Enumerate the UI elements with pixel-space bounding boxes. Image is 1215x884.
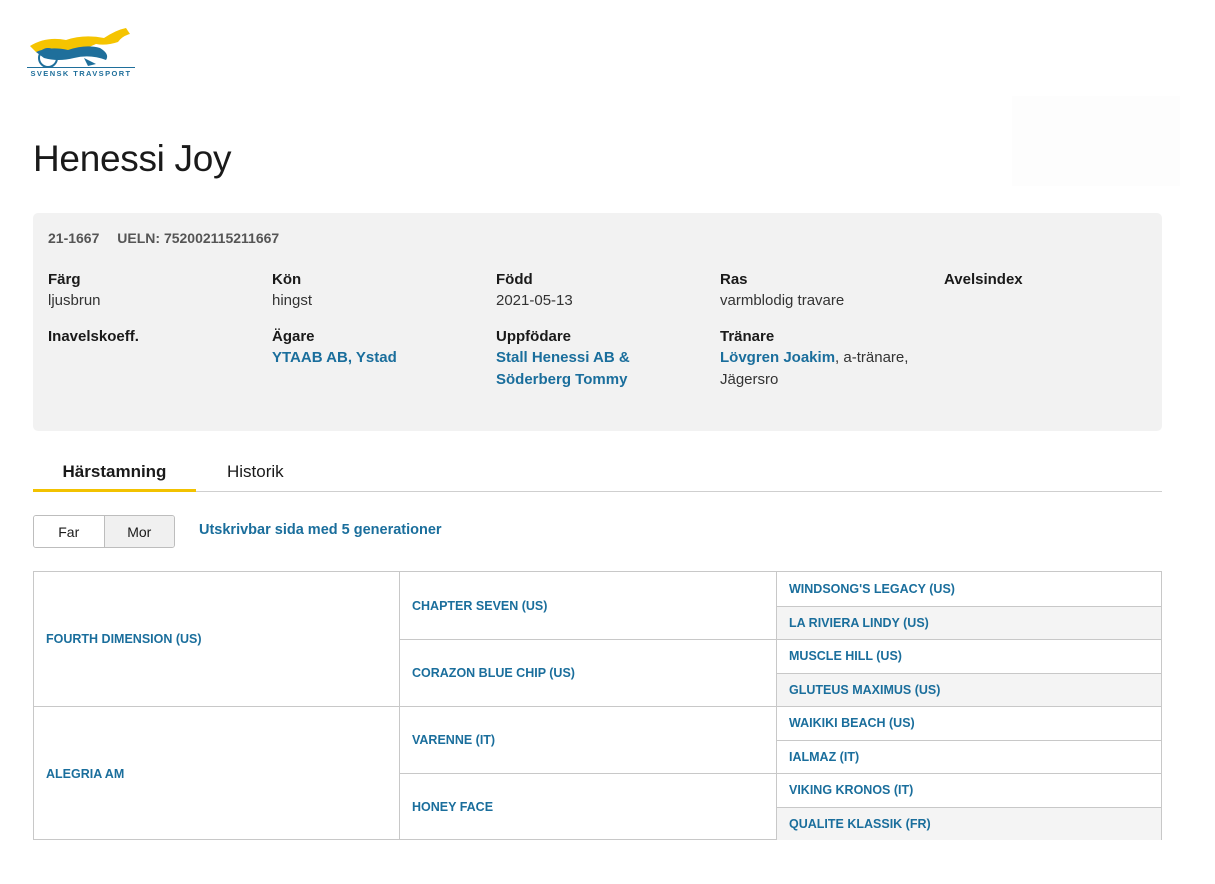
page-title: Henessi Joy [33, 138, 232, 179]
field-farg: Färg ljusbrun [48, 270, 263, 312]
field-value: ljusbrun [48, 292, 101, 309]
ad-placeholder [1012, 96, 1180, 186]
sire-dam-toggle: Far Mor [33, 515, 175, 548]
pedigree-sire[interactable]: FOURTH DIMENSION (US) [34, 572, 399, 706]
pedigree-generation-1: FOURTH DIMENSION (US) ALEGRIA AM [34, 572, 400, 839]
pedigree-gen2-item[interactable]: CHAPTER SEVEN (US) [400, 572, 776, 639]
field-label: Ägare [272, 328, 315, 345]
field-fodd: Född 2021-05-13 [496, 270, 711, 312]
breeder-link[interactable]: Stall Henessi AB & Söderberg Tommy [496, 349, 630, 388]
pedigree-dam[interactable]: ALEGRIA AM [34, 706, 399, 840]
pedigree-gen3-item[interactable]: IALMAZ (IT) [777, 739, 1161, 774]
field-value: 2021-05-13 [496, 292, 573, 309]
horse-identifiers: 21-1667 UELN: 752002115211667 [48, 230, 293, 246]
pedigree-gen3-item[interactable]: LA RIVIERA LINDY (US) [777, 605, 1161, 640]
field-label: Ras [720, 271, 748, 288]
pedigree-gen3-item[interactable]: QUALITE KLASSIK (FR) [777, 806, 1161, 841]
field-value: varmblodig travare [720, 292, 845, 309]
mor-button[interactable]: Mor [103, 516, 174, 547]
pedigree-generation-3: WINDSONG'S LEGACY (US) LA RIVIERA LINDY … [777, 572, 1161, 841]
far-button[interactable]: Far [34, 516, 104, 547]
pedigree-gen3-item[interactable]: WAIKIKI BEACH (US) [777, 706, 1161, 740]
pedigree-gen2-item[interactable]: HONEY FACE [400, 773, 776, 840]
field-ras: Ras varmblodig travare [720, 270, 935, 312]
field-label: Kön [272, 271, 302, 288]
field-inavelskoeff: Inavelskoeff. [48, 327, 263, 347]
trainer-link[interactable]: Lövgren Joakim [720, 349, 835, 366]
field-label: Inavelskoeff. [48, 328, 139, 345]
pedigree-gen2-item[interactable]: CORAZON BLUE CHIP (US) [400, 639, 776, 706]
tab-bar: Härstamning Historik [33, 456, 1162, 492]
field-label: Född [496, 271, 533, 288]
pedigree-gen3-item[interactable]: MUSCLE HILL (US) [777, 639, 1161, 673]
owner-link[interactable]: YTAAB AB, Ystad [272, 349, 397, 366]
field-label: Uppfödare [496, 328, 571, 345]
pedigree-gen2-item[interactable]: VARENNE (IT) [400, 706, 776, 773]
registration-number: 21-1667 [48, 230, 100, 246]
field-tranare: Tränare Lövgren Joakim, a-tränare, Jäger… [720, 327, 920, 391]
field-label: Tränare [720, 328, 775, 345]
pedigree-table: FOURTH DIMENSION (US) ALEGRIA AM CHAPTER… [33, 571, 1162, 841]
field-uppfodare: Uppfödare Stall Henessi AB & Söderberg T… [496, 327, 646, 391]
pedigree-generation-2: CHAPTER SEVEN (US) CORAZON BLUE CHIP (US… [400, 572, 777, 839]
field-avelsindex: Avelsindex [944, 270, 1159, 290]
pedigree-gen3-item[interactable]: GLUTEUS MAXIMUS (US) [777, 672, 1161, 707]
field-label: Avelsindex [944, 271, 1023, 288]
horse-info-card: 21-1667 UELN: 752002115211667 Färg ljusb… [33, 213, 1162, 431]
pedigree-gen3-item[interactable]: VIKING KRONOS (IT) [777, 773, 1161, 807]
ueln-number: UELN: 752002115211667 [117, 230, 280, 246]
field-agare: Ägare YTAAB AB, Ystad [272, 327, 487, 369]
tab-history[interactable]: Historik [227, 462, 284, 482]
field-value: hingst [272, 292, 313, 309]
field-kon: Kön hingst [272, 270, 487, 312]
pedigree-gen3-item[interactable]: WINDSONG'S LEGACY (US) [777, 572, 1161, 606]
print-five-generations-link[interactable]: Utskrivbar sida med 5 generationer [199, 522, 442, 538]
field-label: Färg [48, 271, 81, 288]
logo-wordmark: SVENSK TRAVSPORT [27, 67, 135, 78]
tab-pedigree[interactable]: Härstamning [33, 462, 196, 492]
